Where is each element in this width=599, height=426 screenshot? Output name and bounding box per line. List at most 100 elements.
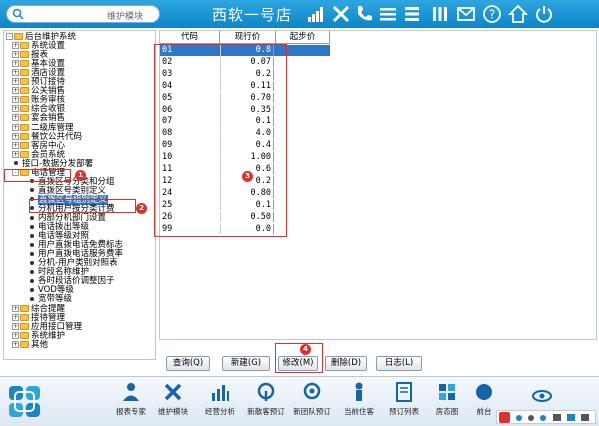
current-guests-button[interactable]: 当前住客 bbox=[339, 381, 379, 425]
folder-icon bbox=[20, 105, 29, 113]
bullet-icon bbox=[30, 260, 34, 265]
folder-icon bbox=[20, 132, 29, 140]
log-button[interactable]: 日志(L) bbox=[376, 356, 422, 371]
expand-icon[interactable]: + bbox=[12, 322, 19, 330]
grid-header: 代码 现行价 起步价 bbox=[160, 31, 330, 44]
report-expert-label: 报表专家 bbox=[116, 407, 146, 416]
top-bar: 维护模块 西软一号店 ? bbox=[0, 0, 599, 28]
home-icon[interactable] bbox=[508, 4, 528, 24]
expand-icon[interactable]: + bbox=[12, 114, 19, 122]
module-search-box[interactable]: 维护模块 bbox=[6, 5, 160, 23]
bar-chart-icon bbox=[212, 385, 229, 401]
bullet-icon bbox=[30, 242, 34, 247]
folder-icon bbox=[20, 114, 29, 122]
app-title: 西软一号店 bbox=[212, 6, 293, 24]
booking-list-button[interactable]: 预订列表 bbox=[384, 381, 424, 425]
expand-icon[interactable]: + bbox=[12, 150, 19, 158]
expand-icon[interactable]: + bbox=[12, 340, 19, 348]
collapse-icon[interactable]: - bbox=[6, 33, 13, 40]
bullet-icon bbox=[30, 287, 34, 292]
room-status-button[interactable]: 房态图 bbox=[427, 381, 467, 425]
svg-text:?: ? bbox=[489, 8, 495, 22]
front-desk-button[interactable]: 前台 bbox=[469, 381, 499, 425]
new-group-booking-label: 新团队预订 bbox=[293, 407, 331, 416]
columns-icon[interactable] bbox=[430, 4, 450, 24]
app-logo-icon bbox=[9, 386, 40, 417]
folder-icon bbox=[14, 33, 23, 40]
input-method-toolbar[interactable] bbox=[496, 410, 596, 424]
bullet-icon bbox=[30, 188, 34, 193]
maintenance-module-button[interactable]: 维护模块 bbox=[153, 381, 193, 425]
folder-icon bbox=[20, 42, 29, 50]
help-icon[interactable]: ? bbox=[482, 4, 502, 24]
search-icon bbox=[12, 8, 24, 20]
new-button[interactable]: 新建(G) bbox=[222, 356, 270, 371]
callout-box-2 bbox=[29, 199, 136, 213]
individual-booking-icon bbox=[257, 382, 275, 401]
maintenance-icon bbox=[164, 383, 182, 401]
report-expert-button[interactable]: 报表专家 bbox=[111, 381, 151, 425]
bullet-icon bbox=[30, 224, 34, 229]
folder-icon bbox=[20, 313, 29, 321]
folder-icon bbox=[20, 87, 29, 95]
callout-box-1 bbox=[4, 169, 71, 182]
query-button[interactable]: 查询(Q) bbox=[166, 356, 210, 371]
expand-icon[interactable]: + bbox=[12, 313, 19, 321]
folder-icon bbox=[20, 60, 29, 68]
group-booking-icon bbox=[303, 382, 321, 400]
folder-icon bbox=[20, 304, 29, 312]
expand-icon[interactable]: + bbox=[12, 141, 19, 149]
mail-icon[interactable] bbox=[456, 4, 476, 24]
header-start-price[interactable]: 起步价 bbox=[276, 31, 330, 44]
front-desk-icon bbox=[476, 384, 492, 400]
callout-badge-1: 1 bbox=[75, 170, 86, 181]
ime-icons bbox=[499, 412, 589, 423]
header-code[interactable]: 代码 bbox=[160, 31, 220, 44]
folder-icon bbox=[20, 150, 29, 158]
expand-icon[interactable]: + bbox=[12, 304, 19, 312]
new-individual-booking-button[interactable]: 新散客预订 bbox=[246, 381, 286, 425]
expand-icon[interactable]: + bbox=[12, 60, 19, 68]
modify-button[interactable]: 修改(M) bbox=[278, 356, 318, 371]
bullet-icon bbox=[30, 278, 34, 283]
bullet-icon bbox=[14, 161, 18, 166]
expand-icon[interactable]: + bbox=[12, 51, 19, 59]
signal-icon[interactable] bbox=[306, 4, 326, 24]
folder-icon bbox=[20, 78, 29, 86]
expand-icon[interactable]: + bbox=[12, 331, 19, 339]
booking-list-icon bbox=[396, 382, 412, 402]
expand-icon[interactable]: + bbox=[12, 69, 19, 77]
expand-icon[interactable]: + bbox=[12, 78, 19, 86]
folder-icon bbox=[20, 141, 29, 149]
expand-icon[interactable]: + bbox=[12, 96, 19, 104]
expand-icon[interactable]: + bbox=[12, 105, 19, 113]
folder-icon bbox=[20, 96, 29, 104]
expand-icon[interactable]: + bbox=[12, 123, 19, 131]
search-text: 维护模块 bbox=[107, 12, 144, 22]
list-icon[interactable] bbox=[402, 4, 422, 24]
tools-icon[interactable] bbox=[331, 4, 351, 24]
header-current-price[interactable]: 现行价 bbox=[220, 31, 276, 44]
phone-icon[interactable] bbox=[354, 4, 374, 24]
power-icon[interactable] bbox=[534, 4, 554, 24]
report-expert-icon bbox=[123, 383, 139, 401]
business-analysis-button[interactable]: 经营分析 bbox=[200, 381, 240, 425]
callout-box-3 bbox=[154, 44, 287, 237]
bullet-icon bbox=[30, 251, 34, 256]
expand-icon[interactable]: + bbox=[12, 87, 19, 95]
eye-icon[interactable] bbox=[531, 385, 553, 407]
folder-icon bbox=[20, 123, 29, 131]
room-status-icon bbox=[439, 384, 455, 400]
tree-item[interactable]: + 其他 bbox=[12, 340, 48, 351]
menu-icon[interactable] bbox=[378, 4, 398, 24]
module-tree[interactable]: - 后台维护系统 + 系统设置 + 报表 + 基本设置 + 酒店设置 + 预订接待 + 公关销售 + 账务审核… bbox=[3, 30, 156, 360]
new-group-booking-button[interactable]: 新团队预订 bbox=[292, 381, 332, 425]
current-guests-icon bbox=[355, 382, 363, 401]
action-button-row: 查询(Q) 新建(G) 修改(M) 删除(D) 日志(L) bbox=[159, 352, 597, 374]
expand-icon[interactable]: + bbox=[12, 42, 19, 50]
folder-icon bbox=[20, 322, 29, 330]
expand-icon[interactable]: + bbox=[12, 132, 19, 140]
front-desk-label: 前台 bbox=[476, 407, 492, 416]
delete-button[interactable]: 删除(D) bbox=[325, 356, 367, 371]
bullet-icon bbox=[30, 233, 34, 238]
